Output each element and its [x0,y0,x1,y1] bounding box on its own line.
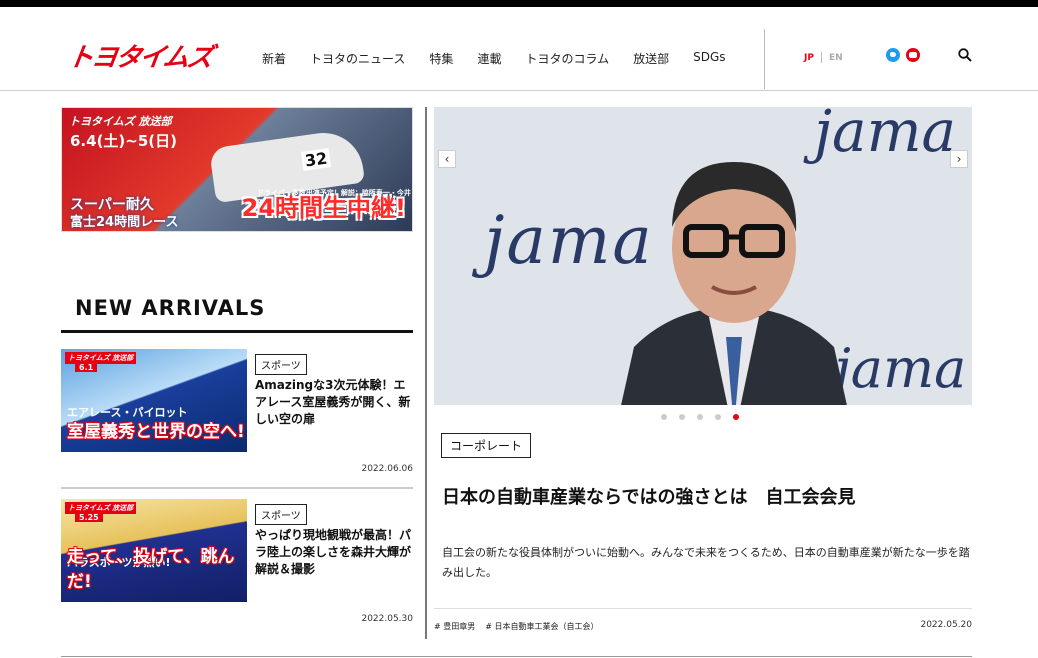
bottom-divider [61,656,972,657]
nav-item-features[interactable]: 特集 [429,50,453,67]
hero-slide-image[interactable]: jama jama jama [434,107,972,405]
hero-keywords: # 豊田章男 # 日本自動車工業会（自工会） [434,621,599,632]
nav-item-new[interactable]: 新着 [262,50,286,67]
top-bar [0,0,1038,7]
slider-pagination [661,414,739,420]
youtube-icon[interactable] [906,48,920,62]
category-tag[interactable]: スポーツ [255,354,307,375]
article-title[interactable]: やっぱり現地観戦が最高！パラ陸上の楽しさを森井大輝が解説＆撮影 [255,527,413,578]
slider-dot[interactable] [697,414,703,420]
slider-dot[interactable] [679,414,685,420]
banner-date: 6.4(土)~5(日) [70,132,177,150]
hero-speaker-photo [621,162,847,405]
lang-jp-link[interactable]: JP [804,53,814,63]
article-date: 2022.05.30 [361,614,413,624]
search-icon[interactable] [958,48,972,62]
slider-prev-button[interactable]: ‹ [438,150,456,168]
slider-dot[interactable] [661,414,667,420]
thumb-date: 5.25 [75,513,103,522]
nav-item-toyota-column[interactable]: トヨタのコラム [525,50,609,67]
banner-brand: トヨタイムズ 放送部 [69,115,172,128]
hero-date: 2022.05.20 [920,620,972,630]
nav-item-series[interactable]: 連載 [477,50,501,67]
twitter-icon[interactable] [886,48,900,62]
thumb-date: 6.1 [75,363,98,372]
section-rule [61,330,413,333]
article-date: 2022.06.06 [361,464,413,474]
hero-category-tag[interactable]: コーポレート [441,433,532,458]
banner-car-number: 32 [300,148,332,171]
header-divider [764,29,765,89]
broadcast-banner[interactable]: 32 トヨタイムズ 放送部 6.4(土)~5(日) ドライバー多数出演予定！解説… [61,107,413,232]
chevron-left-icon: ‹ [444,152,450,166]
banner-headline: 24時間生中継! [241,194,406,222]
lang-en-link[interactable]: EN [829,53,843,63]
hero-title[interactable]: 日本の自動車産業ならではの強さとは 自工会会見 [442,483,855,509]
hero-divider [434,608,972,609]
site-logo[interactable]: トヨタイムズ [65,37,214,74]
article-title[interactable]: Amazingな3次元体験！エアレース室屋義秀が開く、新しい空の扉 [255,377,413,428]
thumb-headline: 走って、投げて、跳んだ! [67,547,235,592]
chevron-right-icon: › [956,152,962,166]
banner-subtitle-2: 富士24時間レース [70,215,179,230]
slider-dot-active[interactable] [733,414,739,420]
nav-item-toyota-news[interactable]: トヨタのニュース [310,50,405,67]
new-arrivals-title: NEW ARRIVALS [75,296,266,320]
article-thumbnail[interactable]: トヨタイムズ 放送部 6.1 エアレース・パイロット 室屋義秀と世界の空へ! [61,349,247,452]
lang-separator [820,52,822,63]
keyword-link[interactable]: # 日本自動車工業会（自工会） [485,621,598,632]
keyword-link[interactable]: # 豊田章男 [434,621,475,632]
site-header: トヨタイムズ 新着 トヨタのニュース 特集 連載 トヨタのコラム 放送部 SDG… [0,7,1038,91]
thumb-headline: 室屋義秀と世界の空へ! [67,422,245,442]
language-switcher: JP EN [804,52,843,63]
category-tag[interactable]: スポーツ [255,504,307,525]
column-divider [425,107,427,639]
hero-description: 自工会の新たな役員体制がついに始動へ。みんなで未来をつくるため、日本の自動車産業… [442,546,970,579]
social-links [886,48,920,62]
slider-dot[interactable] [715,414,721,420]
slider-next-button[interactable]: › [950,150,968,168]
main-nav: 新着 トヨタのニュース 特集 連載 トヨタのコラム 放送部 SDGs [262,50,750,67]
nav-item-broadcast[interactable]: 放送部 [633,50,669,67]
nav-item-sdgs[interactable]: SDGs [693,50,725,67]
card-divider [61,487,413,489]
article-thumbnail[interactable]: トヨタイムズ 放送部 5.25 パラスポーツが熱い! 走って、投げて、跳んだ! [61,499,247,602]
